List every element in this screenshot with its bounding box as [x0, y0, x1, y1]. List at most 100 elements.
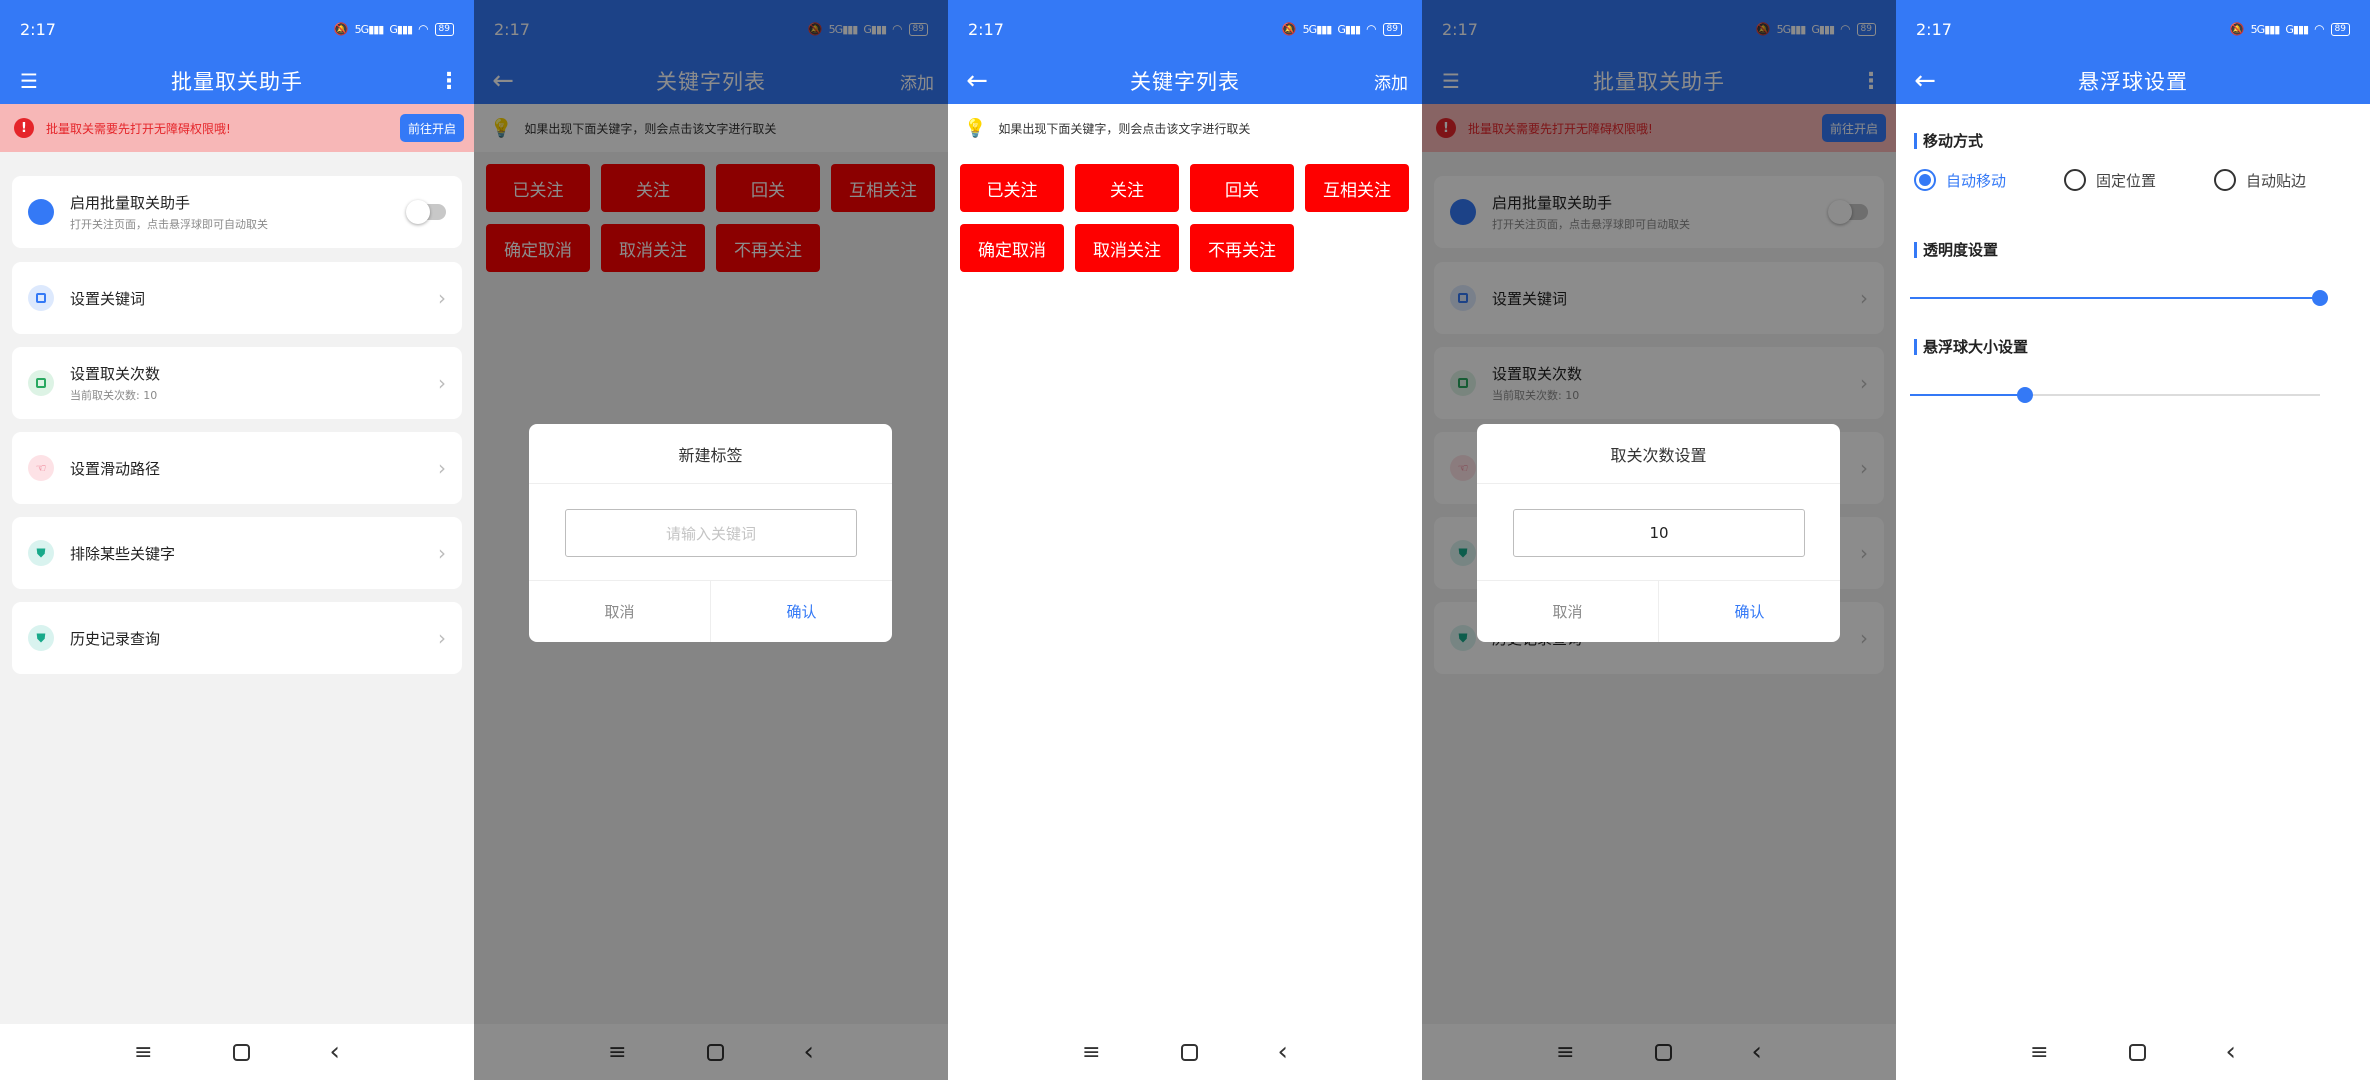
- signal-5g-icon: 5G▮▮▮: [1302, 22, 1333, 36]
- blue-dot-icon: [28, 199, 54, 225]
- nav-back-icon[interactable]: ‹: [2226, 1039, 2236, 1065]
- warning-text: 批量取关需要先打开无障碍权限哦!: [46, 121, 231, 136]
- item-title: 排除某些关键字: [70, 544, 176, 563]
- section-title: 悬浮球大小设置: [1914, 336, 2028, 357]
- back-arrow-icon[interactable]: ←: [962, 66, 992, 96]
- screen-keywords-new-tag: 2:17 🔕 5G▮▮▮ G▮▮▮ ◠ 89 ← 关键字列表 添加 💡 如果出现…: [474, 0, 948, 1080]
- signal-4g-icon: G▮▮▮: [2285, 22, 2309, 36]
- keyword-chip[interactable]: 已关注: [960, 164, 1064, 212]
- nav-recents-icon[interactable]: ≡: [134, 1040, 152, 1065]
- enable-toggle[interactable]: [406, 200, 446, 224]
- back-arrow-icon[interactable]: ←: [1910, 66, 1940, 96]
- keyword-chip[interactable]: 不再关注: [1190, 224, 1294, 272]
- list-item-unfollow-count[interactable]: 设置取关次数 当前取关次数: 10 ›: [12, 347, 462, 419]
- enable-title: 启用批量取关助手: [70, 194, 191, 212]
- size-slider[interactable]: [1910, 385, 2320, 405]
- status-time: 2:17: [968, 19, 1004, 39]
- system-nav-bar: ≡ ‹: [948, 1024, 1422, 1080]
- list-item-history[interactable]: ⛊ 历史记录查询 ›: [12, 602, 462, 674]
- radio-unchecked-icon: [2064, 169, 2086, 191]
- nav-back-icon[interactable]: ‹: [1278, 1039, 1288, 1065]
- system-nav-bar: ≡ ‹: [1896, 1024, 2370, 1080]
- menu-list-icon[interactable]: ☰: [14, 68, 44, 94]
- chevron-right-icon: ›: [438, 541, 446, 565]
- nav-home-icon[interactable]: [232, 1043, 250, 1061]
- nav-home-icon[interactable]: [1180, 1043, 1198, 1061]
- status-bar: 2:17 🔕 5G▮▮▮ G▮▮▮ ◠ 89: [1896, 0, 2370, 58]
- cancel-button[interactable]: 取消: [529, 581, 711, 642]
- add-button[interactable]: 添加: [1374, 66, 1408, 96]
- keyword-chip[interactable]: 关注: [1075, 164, 1179, 212]
- more-vert-icon[interactable]: ⋮: [438, 66, 460, 96]
- section-title: 透明度设置: [1914, 239, 1998, 260]
- slider-thumb[interactable]: [2016, 387, 2033, 403]
- chevron-right-icon: ›: [438, 626, 446, 650]
- signal-5g-icon: 5G▮▮▮: [2250, 22, 2281, 36]
- cancel-button[interactable]: 取消: [1477, 581, 1659, 642]
- mute-bell-icon: 🔕: [333, 22, 349, 36]
- battery-icon: 89: [1382, 22, 1402, 36]
- count-icon: [28, 370, 54, 396]
- battery-icon: 89: [434, 22, 454, 36]
- nav-recents-icon[interactable]: ≡: [2030, 1040, 2048, 1065]
- screen-home: 2:17 🔕 5G▮▮▮ G▮▮▮ ◠ 89 ☰ 批量取关助手 ⋮ ! 批量取关…: [0, 0, 474, 1080]
- item-title: 设置关键词: [70, 289, 146, 308]
- move-mode-radio-group: 自动移动 固定位置 自动贴边: [1914, 169, 2364, 191]
- nav-back-icon[interactable]: ‹: [330, 1039, 340, 1065]
- item-title: 设置滑动路径: [70, 459, 161, 478]
- enable-helper-row[interactable]: 启用批量取关助手 打开关注页面，点击悬浮球即可自动取关: [12, 176, 462, 248]
- radio-checked-icon: [1914, 169, 1936, 191]
- nav-recents-icon[interactable]: ≡: [1082, 1040, 1100, 1065]
- dialog-actions: 取消 确认: [1477, 580, 1840, 642]
- wifi-icon: ◠: [2314, 22, 2325, 36]
- list-item-keywords[interactable]: 设置关键词 ›: [12, 262, 462, 334]
- hint-bar: 💡 如果出现下面关键字，则会点击该文字进行取关: [948, 104, 1422, 152]
- confirm-button[interactable]: 确认: [711, 581, 892, 642]
- keyword-chips: 已关注 关注 回关 互相关注 确定取消 取消关注 不再关注: [948, 152, 1422, 284]
- section-title: 移动方式: [1914, 130, 2364, 151]
- permission-warning-banner: ! 批量取关需要先打开无障碍权限哦! 前往开启: [0, 104, 474, 152]
- chevron-right-icon: ›: [438, 456, 446, 480]
- battery-icon: 89: [2330, 22, 2350, 36]
- screen-float-ball-settings: 2:17 🔕 5G▮▮▮ G▮▮▮ ◠ 89 ← 悬浮球设置 移动方式 自动移动: [1896, 0, 2370, 1080]
- app-bar: ← 关键字列表 添加: [948, 58, 1422, 104]
- page-title: 悬浮球设置: [2078, 70, 2188, 94]
- chevron-right-icon: ›: [438, 286, 446, 310]
- go-enable-button[interactable]: 前往开启: [399, 114, 464, 142]
- signal-4g-icon: G▮▮▮: [1337, 22, 1361, 36]
- status-time: 2:17: [1916, 19, 1952, 39]
- status-icons: 🔕 5G▮▮▮ G▮▮▮ ◠ 89: [1282, 22, 1402, 36]
- keyword-chip[interactable]: 互相关注: [1305, 164, 1409, 212]
- system-nav-bar: ≡ ‹: [0, 1024, 474, 1080]
- alert-icon: !: [14, 118, 34, 138]
- keyword-input[interactable]: 请输入关键词: [565, 509, 857, 557]
- enable-subtitle: 打开关注页面，点击悬浮球即可自动取关: [70, 218, 268, 231]
- opacity-section: 透明度设置: [1914, 239, 1998, 260]
- chevron-right-icon: ›: [438, 371, 446, 395]
- list-item-exclude-keywords[interactable]: ⛊ 排除某些关键字 ›: [12, 517, 462, 589]
- item-title: 设置取关次数: [70, 365, 161, 383]
- shield-icon: ⛊: [28, 540, 54, 566]
- keyword-chip[interactable]: 确定取消: [960, 224, 1064, 272]
- radio-fixed-position[interactable]: 固定位置: [2064, 169, 2214, 191]
- wifi-icon: ◠: [418, 22, 429, 36]
- hint-text: 如果出现下面关键字，则会点击该文字进行取关: [998, 121, 1251, 136]
- confirm-button[interactable]: 确认: [1659, 581, 1840, 642]
- keyword-chip[interactable]: 取消关注: [1075, 224, 1179, 272]
- keyword-icon: [28, 285, 54, 311]
- list-item-swipe-path[interactable]: ☜ 设置滑动路径 ›: [12, 432, 462, 504]
- keyword-chip[interactable]: 回关: [1190, 164, 1294, 212]
- radio-auto-move[interactable]: 自动移动: [1914, 169, 2064, 191]
- slider-thumb[interactable]: [2312, 290, 2328, 306]
- signal-5g-icon: 5G▮▮▮: [354, 22, 385, 36]
- unfollow-count-dialog: 取关次数设置 10 取消 确认: [1477, 424, 1840, 642]
- dialog-title: 取关次数设置: [1477, 424, 1840, 484]
- count-input[interactable]: 10: [1513, 509, 1805, 557]
- status-time: 2:17: [20, 19, 56, 39]
- app-bar: ← 悬浮球设置: [1896, 58, 2370, 104]
- app-bar: ☰ 批量取关助手 ⋮: [0, 58, 474, 104]
- dialog-actions: 取消 确认: [529, 580, 892, 642]
- radio-auto-snap-edge[interactable]: 自动贴边: [2214, 169, 2364, 191]
- opacity-slider[interactable]: [1910, 288, 2328, 308]
- nav-home-icon[interactable]: [2128, 1043, 2146, 1061]
